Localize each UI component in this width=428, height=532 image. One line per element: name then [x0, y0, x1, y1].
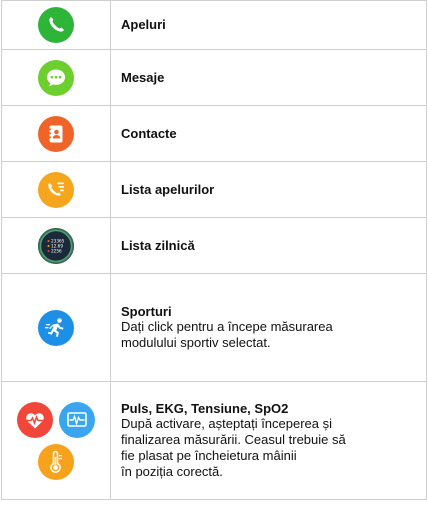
- table-row: Mesaje: [1, 49, 427, 106]
- icon-cell: [1, 105, 111, 162]
- text-cell: Apeluri: [110, 0, 427, 50]
- icon-cell: [1, 0, 111, 50]
- table-row: Puls, EKG, Tensiune, SpO2 După activare,…: [1, 381, 427, 500]
- row-label: Apeluri: [121, 17, 166, 32]
- row-label: Mesaje: [121, 69, 165, 85]
- row-label: Lista apelurilor: [121, 181, 215, 197]
- icon-cell: [1, 161, 111, 218]
- row-label: Contacte: [121, 125, 177, 141]
- text-cell: Contacte: [110, 105, 427, 162]
- text-cell: Sporturi Dați click pentru a începe măsu…: [110, 273, 427, 382]
- text-cell: Puls, EKG, Tensiune, SpO2 După activare,…: [110, 381, 427, 500]
- table-row: Apeluri: [1, 0, 427, 50]
- row-label: Sporturi: [121, 304, 172, 319]
- text-cell: Lista zilnică: [110, 217, 427, 274]
- row-description-line: în poziția corectă.: [121, 464, 223, 479]
- text-cell: Mesaje: [110, 49, 427, 106]
- icon-cell: 23365 12.69 2256: [1, 217, 111, 274]
- call-list-icon: [38, 171, 74, 208]
- row-description: Dați click pentru a începe măsurarea mod…: [121, 319, 333, 350]
- thermometer-icon: [38, 443, 74, 480]
- icon-cell: [1, 273, 111, 382]
- phone-icon: [38, 7, 74, 43]
- health-icons-group: [6, 401, 106, 480]
- row-label: Lista zilnică: [121, 237, 195, 253]
- heart-rate-icon: [17, 401, 53, 438]
- text-cell: Lista apelurilor: [110, 161, 427, 218]
- sport-runner-icon: [38, 309, 74, 346]
- ekg-icon: [59, 401, 95, 438]
- table-row: Contacte: [1, 105, 427, 162]
- row-label: Puls, EKG, Tensiune, SpO2: [121, 401, 289, 416]
- table-row: Lista apelurilor: [1, 161, 427, 218]
- daily-list-icon: 23365 12.69 2256: [38, 227, 74, 264]
- row-description-line: fie plasat pe încheietura mâinii: [121, 448, 297, 463]
- screen-line: 2256: [51, 248, 62, 253]
- feature-table: Apeluri Mesaje Contacte Lista apelurilor: [1, 0, 427, 500]
- contacts-icon: [38, 115, 74, 152]
- table-row: Sporturi Dați click pentru a începe măsu…: [1, 273, 427, 382]
- row-description-line: finalizarea măsurării. Ceasul trebuie să: [121, 432, 346, 447]
- table-row: 23365 12.69 2256 Lista zilnică: [1, 217, 427, 274]
- row-description-line: După activare, așteptați începerea și: [121, 416, 333, 431]
- icon-cell: [1, 381, 111, 500]
- icon-cell: [1, 49, 111, 106]
- message-icon: [38, 59, 74, 96]
